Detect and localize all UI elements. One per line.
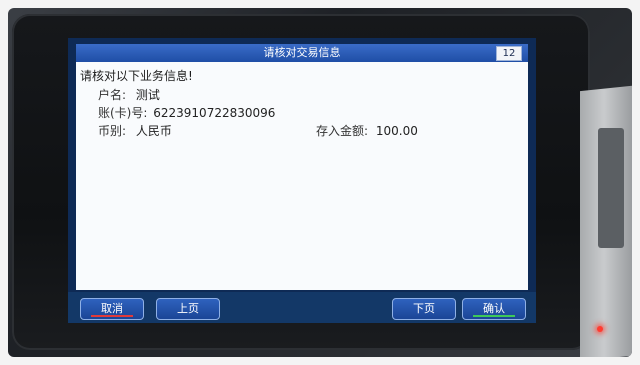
currency-value: 人民币 [135,124,172,138]
prev-page-button[interactable]: 上页 [156,298,220,320]
confirm-button[interactable]: 确认 [462,298,526,320]
account-name-value: 测试 [135,88,160,102]
cancel-button-label: 取消 [101,302,123,315]
currency-label: 币别: [98,124,127,138]
confirm-button-label: 确认 [483,302,505,315]
prev-page-button-label: 上页 [177,302,199,315]
confirm-prompt: 请核对以下业务信息! [80,69,193,83]
status-indicator-light [597,326,603,332]
card-slot [598,128,624,248]
account-name-label: 户名: [98,88,127,102]
card-number-row: 账(卡)号: 6223910722830096 [98,104,275,121]
card-number-value: 6223910722830096 [153,106,276,120]
account-name-row: 户名: 测试 [98,86,160,103]
next-page-button-label: 下页 [413,302,435,315]
title-bar: 请核对交易信息 12 [76,44,528,62]
card-number-label: 账(卡)号: [98,106,148,120]
next-page-button[interactable]: 下页 [392,298,456,320]
deposit-amount-row: 存入金额: 100.00 [316,122,418,139]
terminal-screen: 请核对交易信息 12 请核对以下业务信息! 户名: 测试 账(卡)号: 6223… [68,38,536,323]
countdown-counter: 12 [496,46,522,61]
action-bar: 取消 上页 下页 确认 [68,292,536,323]
transaction-info-panel: 请核对以下业务信息! 户名: 测试 账(卡)号: 622391072283009… [76,62,528,290]
cancel-button[interactable]: 取消 [80,298,144,320]
deposit-amount-value: 100.00 [375,124,418,138]
confirm-underline [473,315,515,317]
cancel-underline [91,315,133,317]
screen-title: 请核对交易信息 [263,46,341,59]
deposit-amount-label: 存入金额: [316,124,369,138]
currency-row: 币别: 人民币 [98,122,172,139]
photo-background: 请核对交易信息 12 请核对以下业务信息! 户名: 测试 账(卡)号: 6223… [8,8,632,357]
